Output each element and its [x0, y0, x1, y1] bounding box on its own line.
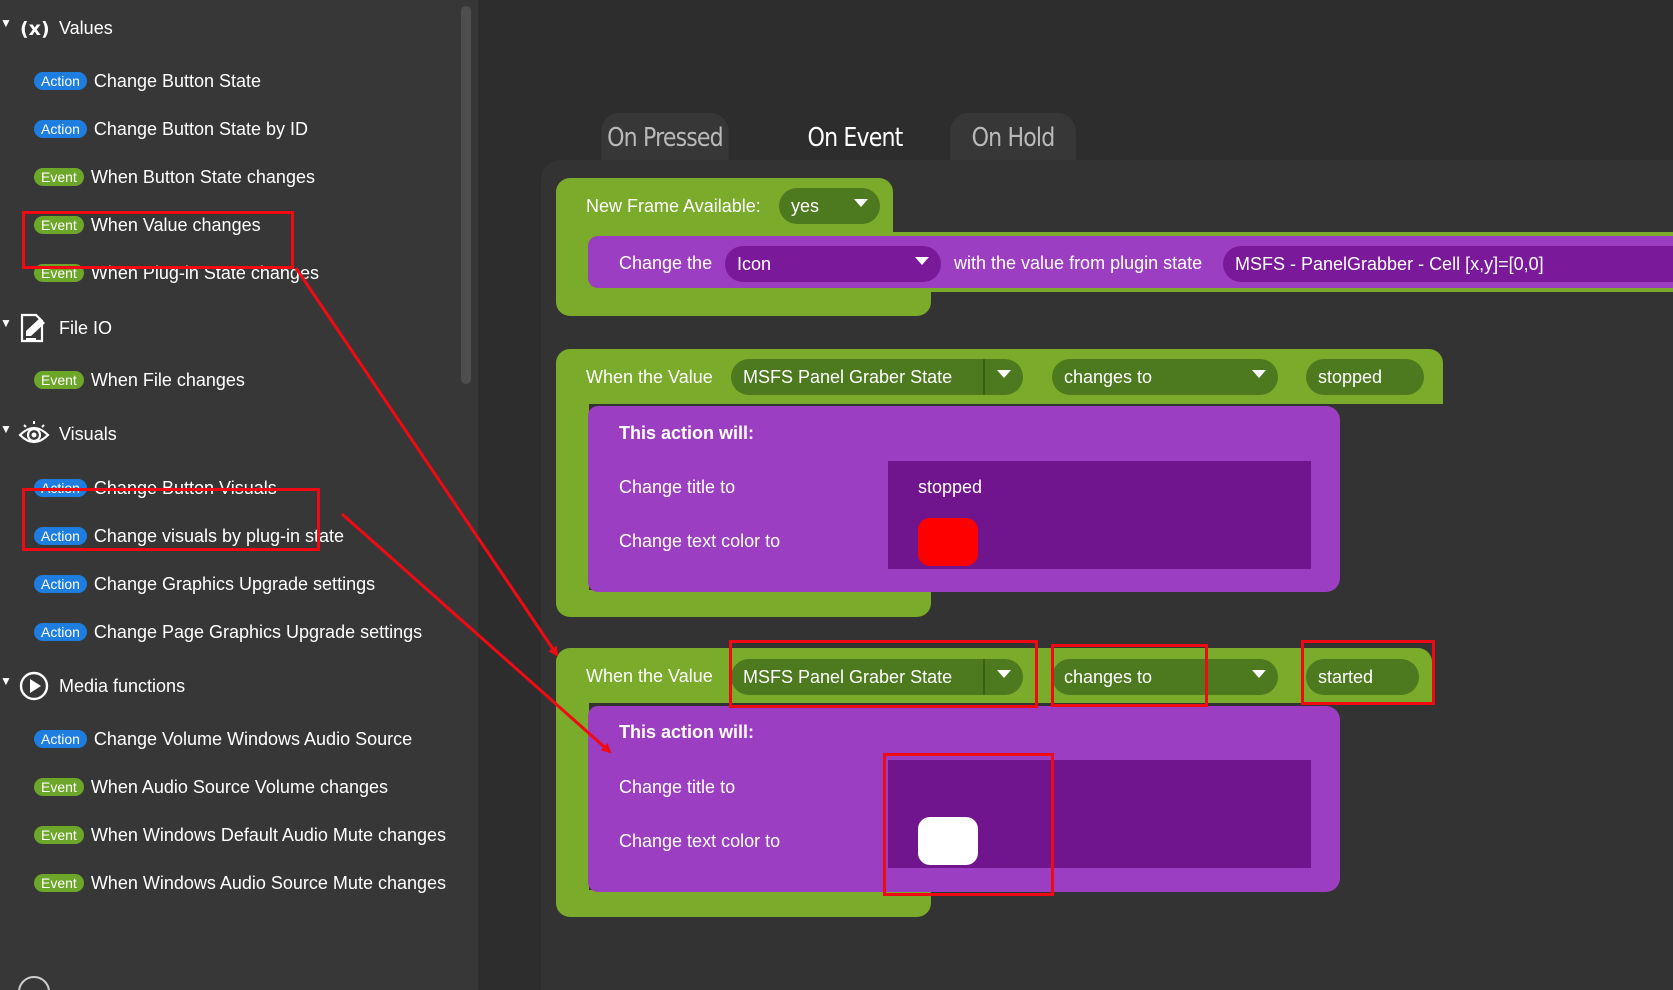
target-value-field[interactable]: stopped [1306, 359, 1424, 395]
chevron-down-icon [997, 670, 1011, 678]
play-circle-icon [18, 668, 50, 704]
condition-dropdown[interactable]: changes to [1052, 359, 1278, 395]
collapse-arrow-icon[interactable]: ▼ [0, 422, 12, 436]
item-type-badge: Event [34, 168, 84, 186]
item-label: Change Button Visuals [93, 477, 277, 498]
item-label: Change Volume Windows Audio Source [93, 728, 413, 749]
item-type-badge: Action [34, 730, 87, 748]
collapse-arrow-icon[interactable]: ▼ [0, 316, 12, 330]
tab-on-event[interactable]: On Event [787, 113, 923, 163]
value-name-dropdown[interactable]: MSFS Panel Graber State [731, 359, 1023, 395]
collapse-arrow-icon[interactable]: ▼ [0, 674, 12, 688]
toolbox-item-change-button-state[interactable]: Action Change Button State [34, 67, 261, 95]
toolbox-item-when-plugin-state-changes[interactable]: Event When Plug-in State changes [34, 259, 319, 287]
category-label: Values [59, 17, 113, 38]
item-label: When Value changes [90, 214, 261, 235]
toolbox-item-change-button-state-by-id[interactable]: Action Change Button State by ID [34, 115, 308, 143]
item-label: Change Button State by ID [93, 118, 309, 139]
toolbox-item-change-volume-windows-audio-source[interactable]: Action Change Volume Windows Audio Sourc… [34, 725, 412, 753]
item-label: When Audio Source Volume changes [90, 776, 389, 797]
chevron-down-icon [997, 370, 1011, 378]
category-label: Media functions [59, 675, 186, 696]
change-text-color-label: Change text color to [619, 531, 781, 551]
change-target-dropdown[interactable]: Icon [725, 246, 941, 282]
toolbox-item-when-windows-default-audio-mute-changes[interactable]: Event When Windows Default Audio Mute ch… [34, 821, 446, 849]
action-header: This action will: [619, 423, 755, 443]
tab-on-pressed[interactable]: On Pressed [601, 113, 729, 163]
next-category-icon [18, 976, 50, 990]
tab-on-hold[interactable]: On Hold [950, 113, 1076, 163]
target-value-field[interactable]: started [1306, 659, 1419, 695]
change-text-color-label: Change text color to [619, 831, 781, 851]
chevron-down-icon [1252, 370, 1266, 378]
variable-x-icon: (x) [18, 10, 50, 46]
chevron-down-icon [915, 257, 929, 265]
item-label: Change Button State [93, 70, 262, 91]
toolbox-sidebar: ▼ (x) Values Action Change Button State … [0, 0, 478, 990]
new-frame-dropdown[interactable]: yes [779, 188, 880, 224]
change-title-label: Change title to [619, 477, 736, 497]
change-title-label: Change title to [619, 777, 736, 797]
text-color-swatch[interactable] [918, 518, 978, 566]
item-label: When Button State changes [90, 166, 315, 187]
toolbox-item-change-graphics-upgrade-settings[interactable]: Action Change Graphics Upgrade settings [34, 570, 375, 598]
category-label: Visuals [59, 423, 117, 444]
item-type-badge: Event [34, 371, 84, 389]
item-type-badge: Event [34, 778, 84, 796]
plugin-state-dropdown[interactable]: MSFS - PanelGrabber - Cell [x,y]=[0,0] [1223, 246, 1673, 282]
toolbox-item-when-audio-source-volume-changes[interactable]: Event When Audio Source Volume changes [34, 773, 388, 801]
condition-dropdown[interactable]: changes to [1052, 659, 1278, 695]
when-the-value-label: When the Value [586, 367, 713, 387]
when-the-value-label: When the Value [586, 666, 713, 686]
title-value[interactable]: stopped [918, 477, 982, 498]
item-label: Change Graphics Upgrade settings [93, 573, 376, 594]
toolbox-item-change-button-visuals[interactable]: Action Change Button Visuals [34, 474, 277, 502]
collapse-arrow-icon[interactable]: ▼ [0, 16, 12, 30]
item-type-badge: Action [34, 72, 87, 90]
item-type-badge: Event [34, 264, 84, 282]
value-name-dropdown[interactable]: MSFS Panel Graber State [731, 659, 1023, 695]
item-label: When Windows Default Audio Mute changes [90, 824, 447, 845]
action-header: This action will: [619, 722, 755, 742]
item-type-badge: Action [34, 120, 87, 138]
category-label: File IO [59, 317, 113, 338]
svg-text:(x): (x) [20, 18, 49, 40]
toolbox-item-when-windows-audio-source-mute-changes[interactable]: Event When Windows Audio Source Mute cha… [34, 869, 446, 897]
item-type-badge: Action [34, 575, 87, 593]
item-label: When File changes [90, 369, 245, 390]
new-frame-label: New Frame Available: [586, 196, 761, 216]
change-the-label: Change the [619, 253, 713, 273]
item-type-badge: Event [34, 216, 84, 234]
sidebar-scrollbar[interactable] [461, 6, 471, 384]
chevron-down-icon [1252, 670, 1266, 678]
toolbox-item-when-button-state-changes[interactable]: Event When Button State changes [34, 163, 315, 191]
chevron-down-icon [854, 199, 868, 207]
file-edit-icon [18, 310, 50, 346]
toolbox-item-when-value-changes[interactable]: Event When Value changes [34, 211, 261, 239]
item-type-badge: Action [34, 527, 87, 545]
item-label: When Windows Audio Source Mute changes [90, 872, 447, 893]
item-label: Change Page Graphics Upgrade settings [93, 621, 423, 642]
toolbox-item-change-visuals-by-plugin-state[interactable]: Action Change visuals by plug-in state [34, 522, 344, 550]
item-type-badge: Action [34, 479, 87, 497]
item-type-badge: Event [34, 826, 84, 844]
toolbox-item-change-page-graphics-upgrade-settings[interactable]: Action Change Page Graphics Upgrade sett… [34, 618, 422, 646]
with-value-label: with the value from plugin state [954, 253, 1203, 273]
item-label: Change visuals by plug-in state [93, 525, 345, 546]
eye-icon [18, 416, 50, 452]
item-label: When Plug-in State changes [90, 262, 319, 283]
text-color-swatch[interactable] [918, 817, 978, 865]
toolbox-item-when-file-changes[interactable]: Event When File changes [34, 366, 245, 394]
item-type-badge: Event [34, 874, 84, 892]
item-type-badge: Action [34, 623, 87, 641]
